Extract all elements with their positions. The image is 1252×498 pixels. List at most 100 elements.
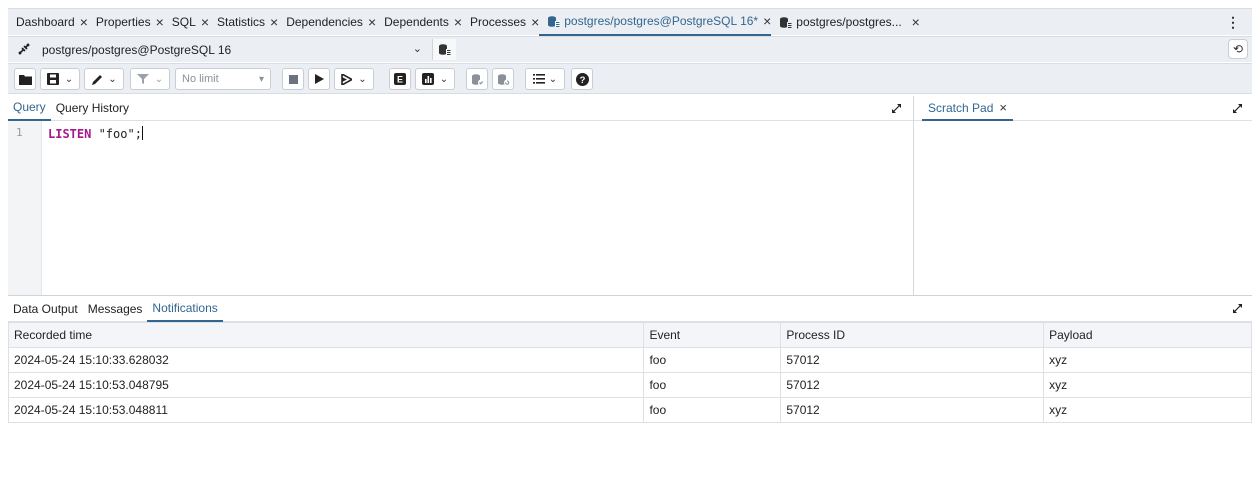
connection-status-icon[interactable] xyxy=(17,42,31,56)
cell-process-id[interactable]: 57012 xyxy=(780,372,1045,398)
tab-messages[interactable]: Messages xyxy=(83,296,148,322)
cell-payload[interactable]: xyz xyxy=(1043,347,1252,373)
expand-icon[interactable] xyxy=(891,103,903,115)
save-file-button[interactable]: ⌄ xyxy=(40,68,80,90)
tab-statistics[interactable]: Statistics × xyxy=(209,9,278,36)
close-icon[interactable]: × xyxy=(156,15,164,29)
tab-label: Statistics xyxy=(217,15,266,29)
table-row[interactable]: 2024-05-24 15:10:33.628032 foo 57012 xyz xyxy=(7,347,1252,373)
tab-scratch-pad[interactable]: Scratch Pad × xyxy=(922,96,1013,121)
execute-script-button[interactable]: ⌄ xyxy=(334,68,374,90)
cell-recorded-time[interactable]: 2024-05-24 15:10:53.048811 xyxy=(7,397,645,423)
close-icon[interactable]: × xyxy=(912,15,920,29)
table-row[interactable]: 2024-05-24 15:10:53.048795 foo 57012 xyz xyxy=(7,372,1252,398)
rollback-icon xyxy=(497,73,510,86)
cell-event[interactable]: foo xyxy=(643,372,782,398)
cell-process-id[interactable]: 57012 xyxy=(780,397,1045,423)
tab-label: Dependencies xyxy=(286,15,363,29)
cell-payload[interactable]: xyz xyxy=(1043,397,1252,423)
chevron-down-icon[interactable]: ⌄ xyxy=(108,74,116,85)
svg-text:E: E xyxy=(397,75,403,85)
sql-editor[interactable]: LISTEN "foo"; xyxy=(48,126,143,141)
stop-button[interactable] xyxy=(282,68,304,90)
table-row[interactable]: 2024-05-24 15:10:53.048811 foo 57012 xyz xyxy=(7,397,1252,423)
tab-label: postgres/postgres... xyxy=(796,15,902,29)
connection-label: postgres/postgres@PostgreSQL 16 xyxy=(42,42,232,57)
help-button[interactable]: ? xyxy=(571,68,593,90)
cell-event[interactable]: foo xyxy=(643,347,782,373)
tab-label: Query History xyxy=(55,101,130,115)
close-icon[interactable]: × xyxy=(201,15,209,29)
connection-select[interactable]: postgres/postgres@PostgreSQL 16 ⌄ xyxy=(34,39,432,60)
tab-processes[interactable]: Processes × xyxy=(462,9,539,36)
pencil-icon xyxy=(91,73,104,86)
tab-dependencies[interactable]: Dependencies × xyxy=(278,9,376,36)
close-icon[interactable]: × xyxy=(531,15,539,29)
filter-icon xyxy=(136,73,149,85)
column-header-process-id[interactable]: Process ID xyxy=(780,322,1045,348)
execute-button[interactable] xyxy=(308,68,330,90)
open-file-button[interactable] xyxy=(14,68,36,90)
query-tool-icon xyxy=(779,16,793,29)
cell-process-id[interactable]: 57012 xyxy=(780,347,1045,373)
macros-button[interactable]: ⌄ xyxy=(525,68,565,90)
text-cursor xyxy=(141,126,143,140)
column-header-event[interactable]: Event xyxy=(643,322,782,348)
explain-button[interactable]: E xyxy=(389,68,411,90)
folder-icon xyxy=(18,74,32,85)
tab-dashboard[interactable]: Dashboard × xyxy=(8,9,88,36)
column-header-payload[interactable]: Payload xyxy=(1043,322,1252,348)
new-connection-button[interactable] xyxy=(432,39,456,60)
tab-query[interactable]: Query xyxy=(8,96,51,121)
tab-sql[interactable]: SQL × xyxy=(164,9,209,36)
filter-button[interactable]: ⌄ xyxy=(130,68,170,90)
expand-icon[interactable] xyxy=(1232,103,1244,115)
close-icon[interactable]: × xyxy=(80,15,88,29)
commit-button[interactable] xyxy=(466,68,488,90)
tab-dependents[interactable]: Dependents × xyxy=(376,9,462,36)
tab-query-tool-active[interactable]: postgres/postgres@PostgreSQL 16* × xyxy=(539,9,772,36)
close-icon[interactable]: × xyxy=(270,15,278,29)
tab-label: Processes xyxy=(470,15,527,29)
cell-payload[interactable]: xyz xyxy=(1043,372,1252,398)
more-menu-icon[interactable]: ⋮ xyxy=(1226,14,1240,31)
cell-event[interactable]: foo xyxy=(643,397,782,423)
tab-notifications[interactable]: Notifications xyxy=(147,296,223,322)
vertical-divider[interactable] xyxy=(913,96,914,295)
cell-recorded-time[interactable]: 2024-05-24 15:10:33.628032 xyxy=(7,347,645,373)
scratch-pad-tabs: Scratch Pad × xyxy=(914,96,1252,121)
tab-label: Query xyxy=(13,100,46,114)
tab-label: SQL xyxy=(171,15,196,29)
line-number: 1 xyxy=(16,126,23,139)
tab-label: Notifications xyxy=(152,300,218,315)
sql-keyword: LISTEN xyxy=(48,127,92,141)
row-limit-select[interactable]: No limit ▾ xyxy=(175,68,271,90)
query-toolbar: ⌄ ⌄ ⌄ No limit ▾ ⌄ E ⌄ ⌄ ? xyxy=(8,63,1252,94)
expand-icon[interactable] xyxy=(1232,303,1244,315)
chevron-down-icon[interactable]: ⌄ xyxy=(549,74,557,85)
tab-data-output[interactable]: Data Output xyxy=(8,296,83,322)
explain-analyze-icon xyxy=(421,73,434,85)
explain-analyze-button[interactable]: ⌄ xyxy=(415,68,455,90)
line-gutter: 1 xyxy=(8,121,42,295)
chevron-down-icon[interactable]: ⌄ xyxy=(440,74,448,85)
tab-label: Data Output xyxy=(13,301,78,316)
edit-button[interactable]: ⌄ xyxy=(84,68,124,90)
chevron-down-icon[interactable]: ⌄ xyxy=(358,74,366,85)
cell-recorded-time[interactable]: 2024-05-24 15:10:53.048795 xyxy=(7,372,645,398)
play-script-icon xyxy=(341,73,353,85)
close-icon[interactable]: × xyxy=(454,15,462,29)
reset-layout-button[interactable]: ⟲ xyxy=(1228,39,1248,59)
column-header-recorded-time[interactable]: Recorded time xyxy=(7,322,645,348)
chevron-down-icon[interactable]: ⌄ xyxy=(155,74,163,85)
tab-query-tool-2[interactable]: postgres/postgres... × xyxy=(771,9,920,36)
rollback-button[interactable] xyxy=(492,68,514,90)
chevron-down-icon[interactable]: ⌄ xyxy=(65,74,73,85)
database-add-icon xyxy=(438,43,451,56)
tab-properties[interactable]: Properties × xyxy=(88,9,164,36)
tab-label: Scratch Pad xyxy=(928,100,994,115)
close-icon[interactable]: × xyxy=(999,100,1007,115)
tab-query-history[interactable]: Query History xyxy=(51,96,134,121)
close-icon[interactable]: × xyxy=(368,15,376,29)
close-icon[interactable]: × xyxy=(763,14,771,28)
